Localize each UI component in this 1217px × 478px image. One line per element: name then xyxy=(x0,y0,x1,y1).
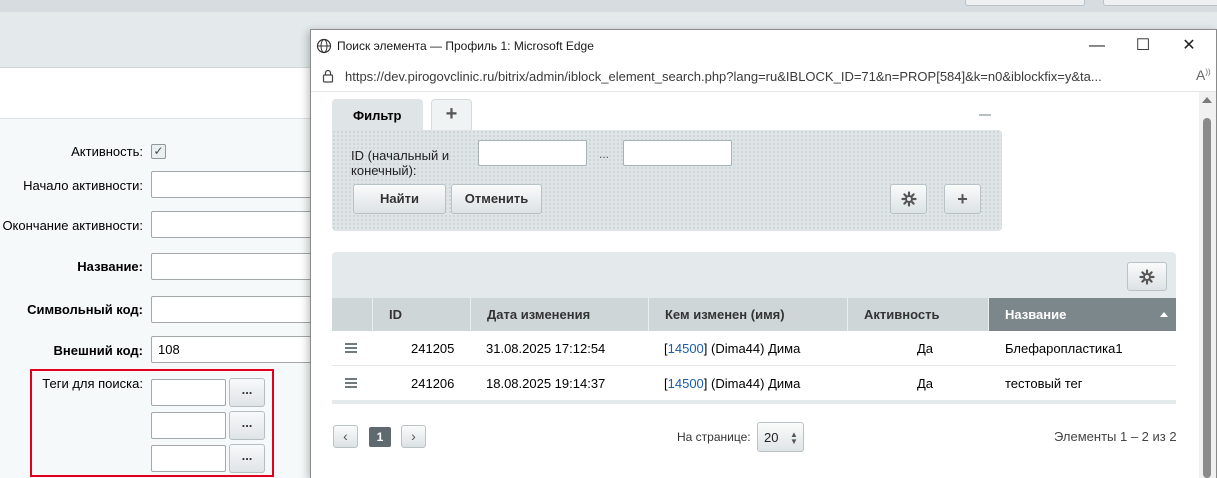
minimize-button[interactable]: — xyxy=(1074,30,1120,62)
add-filter-field-button[interactable]: + xyxy=(944,184,981,214)
cell-modified-by: [14500] (Dima44) Дима xyxy=(664,341,801,356)
user-link[interactable]: 14500 xyxy=(668,341,704,356)
start-date-input[interactable] xyxy=(151,171,321,198)
background-top-button[interactable] xyxy=(965,0,1085,6)
gear-icon xyxy=(1139,269,1155,285)
active-label: Активность: xyxy=(71,144,143,159)
background-top-bar xyxy=(0,0,1217,12)
background-top-button[interactable] xyxy=(1103,0,1217,6)
cell-name[interactable]: тестовый тег xyxy=(1005,366,1082,401)
grid-toolbar xyxy=(332,252,1176,298)
name-input[interactable] xyxy=(151,253,321,280)
name-label: Название: xyxy=(77,259,143,274)
find-button[interactable]: Найти xyxy=(353,184,446,214)
header-date[interactable]: Дата изменения xyxy=(470,298,648,331)
end-date-input[interactable] xyxy=(151,211,321,238)
user-link[interactable]: 14500 xyxy=(668,376,704,391)
edge-popup-window: Поиск элемента — Профиль 1: Microsoft Ed… xyxy=(310,29,1217,478)
external-code-label: Внешний код: xyxy=(53,343,143,358)
cell-date: 18.08.2025 19:14:37 xyxy=(486,376,606,391)
filter-settings-button[interactable] xyxy=(890,184,927,214)
globe-icon xyxy=(316,38,332,54)
cell-modified-by: [14500] (Dima44) Дима xyxy=(664,376,801,391)
next-page-button[interactable]: › xyxy=(401,425,426,448)
id-range-label: ID (начальный и конечный): xyxy=(351,148,450,178)
row-menu-icon[interactable] xyxy=(345,343,357,353)
add-filter-tab-button[interactable]: + xyxy=(431,99,472,130)
range-separator: ... xyxy=(599,147,610,161)
cell-id: 241206 xyxy=(411,376,455,391)
window-titlebar: Поиск элемента — Профиль 1: Microsoft Ed… xyxy=(311,30,1216,62)
select-arrows-icon: ▲ ▼ xyxy=(790,430,798,446)
close-button[interactable]: ✕ xyxy=(1166,30,1212,62)
scrollbar-thumb[interactable] xyxy=(1203,118,1211,478)
header-name[interactable]: Название xyxy=(988,298,1176,331)
elements-count: Элементы 1 – 2 из 2 xyxy=(1054,429,1177,444)
scroll-up-icon[interactable] xyxy=(1202,97,1212,103)
cell-id: 241205 xyxy=(411,341,455,356)
window-title: Поиск элемента — Профиль 1: Microsoft Ed… xyxy=(337,39,594,53)
address-bar[interactable]: https://dev.pirogovclinic.ru/bitrix/admi… xyxy=(311,62,1216,92)
external-code-input[interactable]: 108 xyxy=(151,336,321,363)
cell-active: Да xyxy=(917,341,934,356)
start-date-label: Начало активности: xyxy=(23,178,143,193)
highlight-box xyxy=(30,369,274,477)
maximize-button[interactable]: ☐ xyxy=(1120,30,1166,62)
filter-tab[interactable]: Фильтр xyxy=(332,99,423,130)
per-page-label: На странице: xyxy=(677,430,751,444)
table-row[interactable]: 241205 31.08.2025 17:12:54 [14500] (Dima… xyxy=(332,331,1176,366)
id-to-input[interactable] xyxy=(623,140,732,166)
grid-settings-button[interactable] xyxy=(1127,262,1167,291)
cell-active: Да xyxy=(917,376,934,391)
header-actions xyxy=(332,298,372,331)
id-from-input[interactable] xyxy=(478,140,587,166)
prev-page-button[interactable]: ‹ xyxy=(333,425,358,448)
header-active[interactable]: Активность xyxy=(847,298,988,331)
url-text[interactable]: https://dev.pirogovclinic.ru/bitrix/admi… xyxy=(345,69,1155,84)
code-input[interactable] xyxy=(151,296,321,323)
code-label: Символьный код: xyxy=(27,302,143,317)
header-modified-by[interactable]: Кем изменен (имя) xyxy=(648,298,847,331)
table-row[interactable]: 241206 18.08.2025 19:14:37 [14500] (Dima… xyxy=(332,366,1176,401)
table-header: ID Дата изменения Кем изменен (имя) Акти… xyxy=(332,298,1176,331)
page-content: Фильтр + ID (начальный и конечный): ... … xyxy=(311,92,1199,478)
cell-name[interactable]: Блефаропластика1 xyxy=(1005,331,1123,366)
active-checkbox[interactable]: ✓ xyxy=(151,144,166,159)
collapse-filter-icon[interactable] xyxy=(979,114,991,116)
grid-bottom-border xyxy=(332,401,1176,404)
read-aloud-icon[interactable]: A)) xyxy=(1196,67,1211,83)
cell-date: 31.08.2025 17:12:54 xyxy=(486,341,606,356)
header-id[interactable]: ID xyxy=(372,298,470,331)
gear-icon xyxy=(900,191,917,207)
end-date-label: Окончание активности: xyxy=(2,218,143,233)
current-page[interactable]: 1 xyxy=(369,427,391,447)
sort-asc-icon xyxy=(1160,312,1168,317)
row-menu-icon[interactable] xyxy=(345,378,357,388)
cancel-button[interactable]: Отменить xyxy=(451,184,542,214)
lock-icon[interactable] xyxy=(321,69,335,83)
